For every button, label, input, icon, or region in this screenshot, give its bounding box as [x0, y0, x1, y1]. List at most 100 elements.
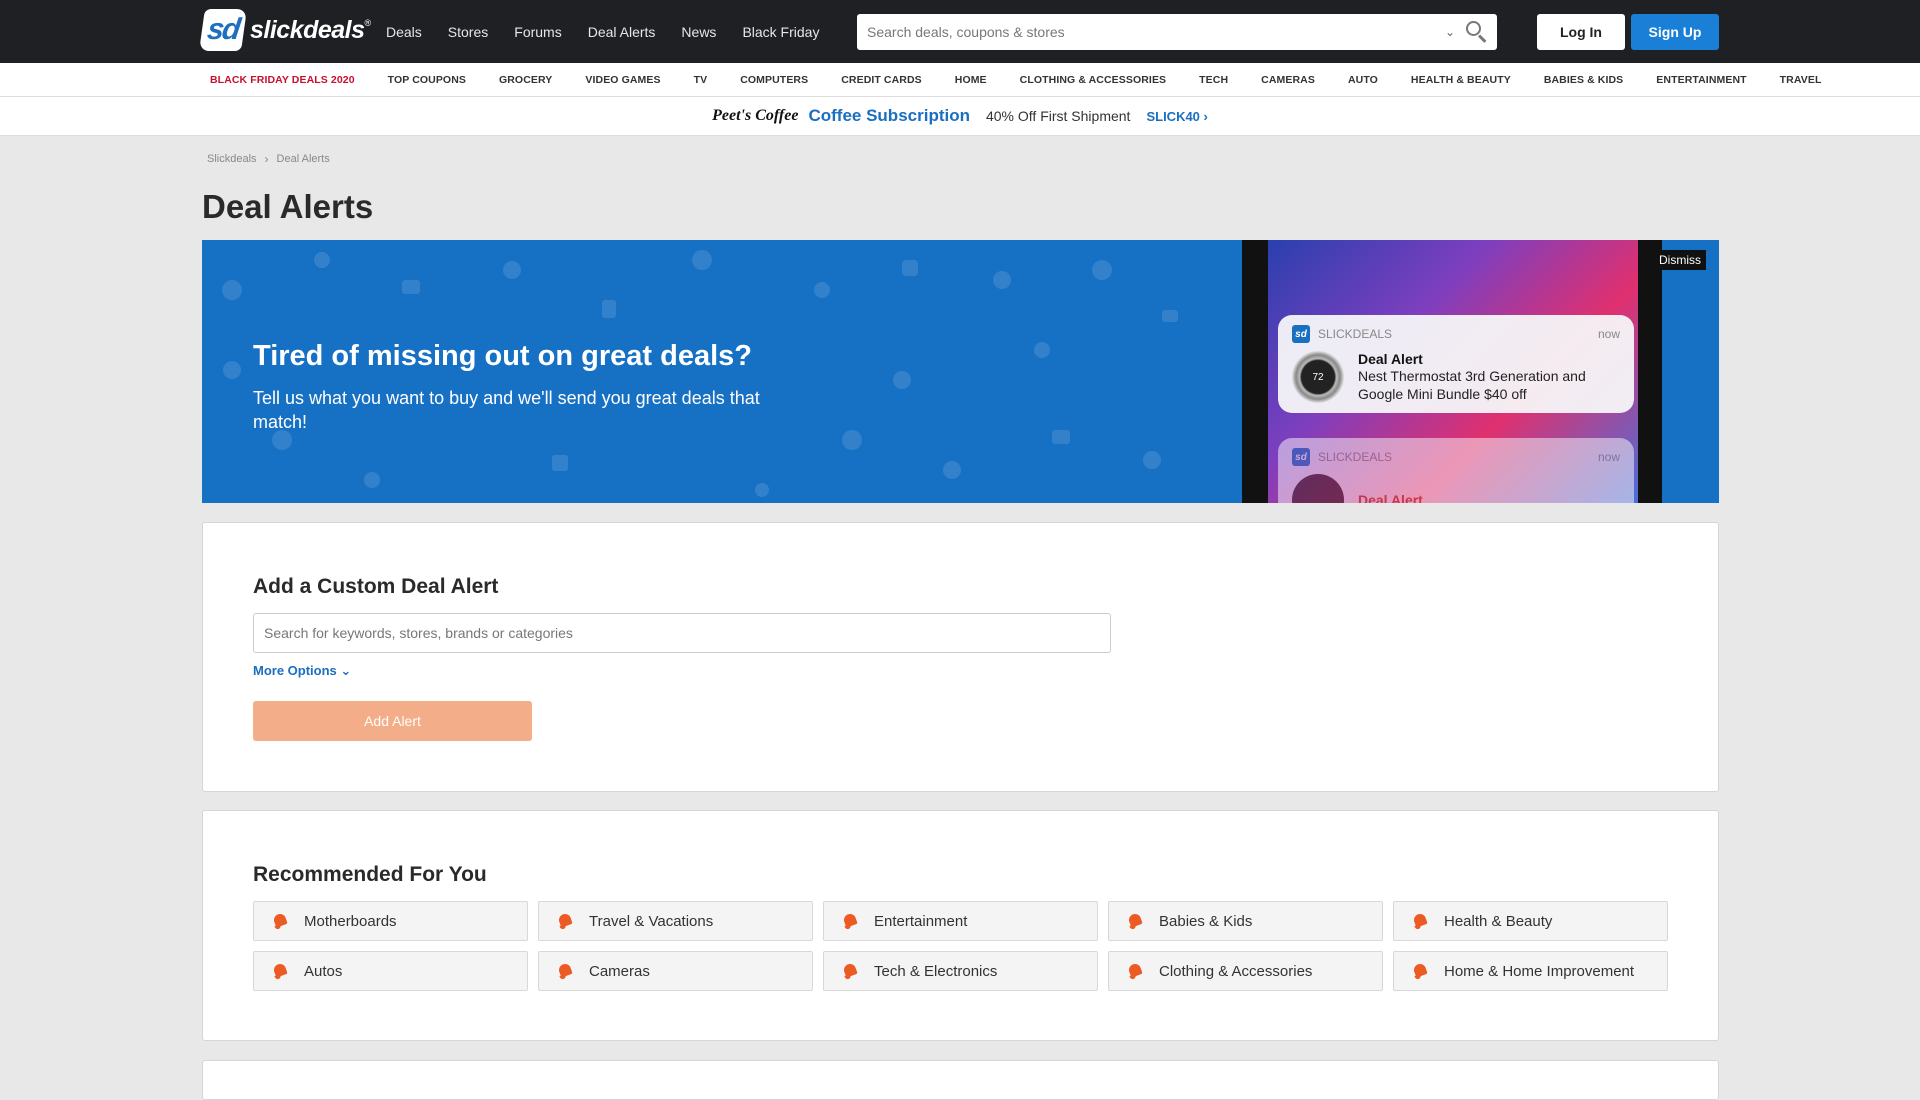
recommended-item-label: Home & Home Improvement [1444, 962, 1635, 980]
dismiss-button[interactable]: Dismiss [1654, 250, 1706, 270]
promo-bar[interactable]: Peet's Coffee Coffee Subscription 40% Of… [0, 97, 1920, 136]
chevron-down-icon[interactable]: ⌄ [1445, 25, 1455, 39]
category-tv[interactable]: TV [694, 74, 708, 86]
bell-icon [1412, 912, 1428, 930]
nav-forums[interactable]: Forums [514, 24, 561, 40]
keyword-search-input[interactable] [253, 613, 1111, 653]
chevron-down-icon: ⌄ [340, 663, 352, 678]
notification-app: SLICKDEALS [1318, 327, 1393, 341]
notification-time: now [1597, 450, 1620, 464]
nav-deal-alerts[interactable]: Deal Alerts [588, 24, 656, 40]
bell-icon [557, 962, 573, 980]
category-babies-kids[interactable]: BABIES & KIDS [1544, 74, 1623, 86]
recommended-item-label: Clothing & Accessories [1159, 962, 1313, 980]
recommended-grid: Motherboards Travel & Vacations Entertai… [253, 901, 1668, 991]
recommended-item-label: Motherboards [304, 912, 397, 930]
recommended-item[interactable]: Home & Home Improvement [1393, 951, 1668, 991]
bell-icon [272, 962, 288, 980]
logo-mark: sd [199, 9, 247, 51]
chevron-right-icon[interactable]: › [1200, 109, 1208, 124]
breadcrumb-current: Deal Alerts [276, 153, 330, 165]
bell-icon [1127, 962, 1143, 980]
nav-news[interactable]: News [681, 24, 716, 40]
bell-icon [557, 912, 573, 930]
logo-text: slickdeals [250, 15, 365, 44]
phone-mockup: sd SLICKDEALS now 72 Deal Alert Nest The… [1242, 240, 1662, 503]
category-health-beauty[interactable]: HEALTH & BEAUTY [1411, 74, 1511, 86]
category-entertainment[interactable]: ENTERTAINMENT [1656, 74, 1746, 86]
recommended-item[interactable]: Autos [253, 951, 528, 991]
thermostat-icon: 72 [1292, 351, 1344, 403]
top-header: sd slickdeals ® Deals Stores Forums Deal… [0, 0, 1920, 63]
search-input[interactable] [857, 14, 1445, 50]
slickdeals-app-icon: sd [1292, 448, 1310, 466]
recommended-item[interactable]: Entertainment [823, 901, 1098, 941]
recommended-item-label: Babies & Kids [1159, 912, 1253, 930]
notification-title: Deal Alert [1358, 351, 1423, 367]
recommended-item-label: Tech & Electronics [874, 962, 998, 980]
bell-icon [1127, 912, 1143, 930]
promo-brand-logo: Peet's Coffee [712, 107, 799, 124]
phone-screen: sd SLICKDEALS now 72 Deal Alert Nest The… [1268, 240, 1638, 503]
more-options-label: More Options [253, 663, 337, 678]
bell-icon [272, 912, 288, 930]
recommended-panel: Recommended For You Motherboards Travel … [202, 810, 1719, 1041]
category-black-friday[interactable]: BLACK FRIDAY DEALS 2020 [210, 74, 355, 86]
recommended-item[interactable]: Clothing & Accessories [1108, 951, 1383, 991]
more-options-toggle[interactable]: More Options ⌄ [253, 663, 351, 679]
nav-black-friday[interactable]: Black Friday [742, 24, 819, 40]
breadcrumb-home[interactable]: Slickdeals [207, 153, 257, 165]
category-tech[interactable]: TECH [1199, 74, 1228, 86]
category-travel[interactable]: TRAVEL [1780, 74, 1822, 86]
recommended-item[interactable]: Motherboards [253, 901, 528, 941]
custom-alert-title: Add a Custom Deal Alert [253, 575, 499, 598]
notification-card: sd SLICKDEALS now Deal Alert [1278, 438, 1634, 503]
promo-description: 40% Off First Shipment [985, 108, 1131, 124]
login-button[interactable]: Log In [1537, 14, 1625, 50]
category-grocery[interactable]: GROCERY [499, 74, 552, 86]
notification-time: now [1597, 327, 1620, 341]
recommended-item[interactable]: Babies & Kids [1108, 901, 1383, 941]
banner-subtext: Tell us what you want to buy and we'll s… [253, 388, 760, 432]
nav-stores[interactable]: Stores [448, 24, 488, 40]
add-alert-button[interactable]: Add Alert [253, 701, 532, 741]
category-cameras[interactable]: CAMERAS [1261, 74, 1315, 86]
recommended-item[interactable]: Health & Beauty [1393, 901, 1668, 941]
recommended-item-label: Health & Beauty [1444, 912, 1553, 930]
chevron-right-icon: › [264, 152, 269, 166]
recommended-item[interactable]: Tech & Electronics [823, 951, 1098, 991]
category-auto[interactable]: AUTO [1348, 74, 1378, 86]
category-clothing[interactable]: CLOTHING & ACCESSORIES [1020, 74, 1167, 86]
slickdeals-logo[interactable]: sd slickdeals ® [199, 8, 371, 52]
custom-alert-panel: Add a Custom Deal Alert More Options ⌄ A… [202, 522, 1719, 792]
recommended-item-label: Autos [304, 962, 343, 980]
category-video-games[interactable]: VIDEO GAMES [585, 74, 660, 86]
notification-text: Nest Thermostat 3rd Generation and Googl… [1358, 368, 1586, 402]
notification-card: sd SLICKDEALS now 72 Deal Alert Nest The… [1278, 315, 1634, 413]
banner-headline: Tired of missing out on great deals? [253, 340, 752, 372]
slickdeals-app-icon: sd [1292, 325, 1310, 343]
signup-button[interactable]: Sign Up [1631, 14, 1719, 50]
promo-code[interactable]: SLICK40 [1146, 109, 1199, 124]
recommended-item-label: Travel & Vacations [589, 912, 714, 930]
recommended-item[interactable]: Cameras [538, 951, 813, 991]
category-computers[interactable]: COMPUTERS [740, 74, 808, 86]
bell-icon [842, 962, 858, 980]
main-nav: Deals Stores Forums Deal Alerts News Bla… [386, 0, 845, 63]
recommended-item[interactable]: Travel & Vacations [538, 901, 813, 941]
promo-title[interactable]: Coffee Subscription [808, 106, 970, 126]
recommended-title: Recommended For You [253, 863, 487, 886]
recommended-item-label: Cameras [589, 962, 650, 980]
page-title: Deal Alerts [202, 188, 374, 225]
breadcrumb: Slickdeals › Deal Alerts [207, 152, 330, 166]
category-top-coupons[interactable]: TOP COUPONS [388, 74, 466, 86]
notification-title: Deal Alert [1358, 492, 1423, 503]
deal-alerts-banner: Tired of missing out on great deals? Tel… [202, 240, 1719, 503]
category-home[interactable]: HOME [955, 74, 987, 86]
category-credit-cards[interactable]: CREDIT CARDS [841, 74, 922, 86]
search-bar: ⌄ [857, 14, 1497, 50]
nav-deals[interactable]: Deals [386, 24, 422, 40]
category-bar: BLACK FRIDAY DEALS 2020 TOP COUPONS GROC… [0, 63, 1920, 97]
bell-icon [1412, 962, 1428, 980]
search-icon[interactable] [1461, 17, 1491, 47]
